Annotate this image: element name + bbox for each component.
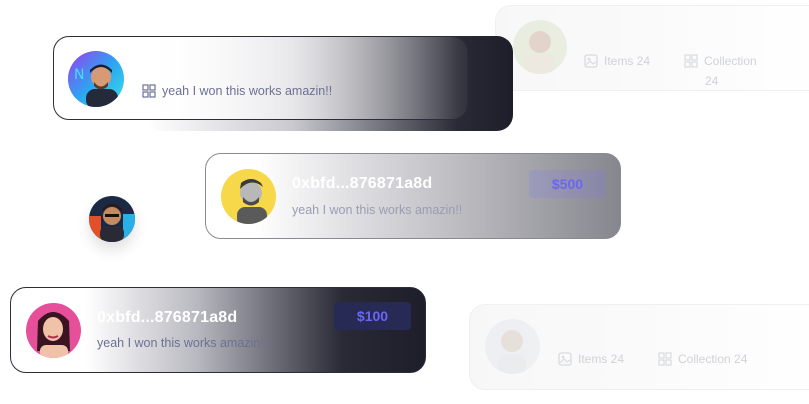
svg-text:N: N (74, 67, 84, 83)
collection-card-bottom-right[interactable]: Items 24 Collection 24 (469, 304, 809, 390)
floating-avatar (89, 196, 135, 242)
bid-card-middle[interactable]: 0xbfd...876871a8d $500 yeah I won this w… (205, 153, 621, 239)
collection-icon (658, 352, 672, 366)
avatar (513, 20, 567, 74)
items-count: Items 24 (584, 54, 650, 68)
image-icon (584, 54, 598, 68)
collection-count: Collection (684, 54, 757, 68)
avatar (485, 319, 540, 374)
collection-label: Collection (704, 54, 757, 68)
avatar (26, 303, 81, 358)
wallet-address: 0xbfd...876871a8d (292, 175, 433, 192)
avatar: N (68, 51, 124, 107)
collection-count: Collection 24 (658, 352, 747, 366)
comment-card-top[interactable]: N yeah I won this works amazin!! (53, 36, 468, 120)
image-icon (558, 352, 572, 366)
price-badge: $500 (529, 170, 606, 198)
wallet-address: 0xbfd...876871a8d (97, 309, 238, 326)
avatar (221, 169, 276, 224)
comment-text: yeah I won this works amazin!! (292, 203, 463, 217)
comment-text: yeah I won this works amazin!! (162, 84, 333, 98)
items-count: Items 24 (558, 352, 624, 366)
price-badge: $100 (334, 302, 411, 330)
items-label: Items 24 (604, 54, 651, 68)
collection-label: Collection 24 (678, 352, 748, 366)
collection-card-top-right[interactable]: Items 24 Collection 24 (495, 5, 809, 91)
comment-text: yeah I won this works amazin!! (97, 336, 268, 350)
message-row: yeah I won this works amazin!! (142, 84, 332, 98)
collection-icon (142, 84, 156, 98)
collection-number: 24 (705, 74, 719, 88)
bid-card-bottom[interactable]: 0xbfd...876871a8d $100 yeah I won this w… (10, 287, 426, 373)
collection-icon (684, 54, 698, 68)
items-label: Items 24 (578, 352, 625, 366)
